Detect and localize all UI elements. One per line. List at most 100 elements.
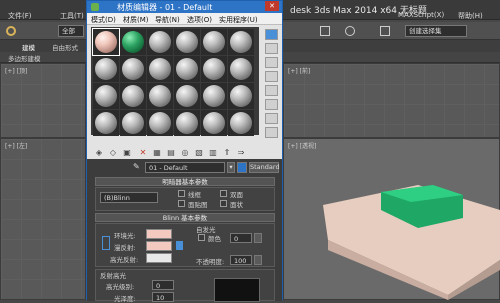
scale-icon[interactable] xyxy=(380,26,390,36)
viewport-left-label[interactable]: [+] [左] xyxy=(5,141,27,150)
sample-slot[interactable] xyxy=(120,110,146,136)
sample-slot[interactable] xyxy=(228,83,254,109)
material-sphere xyxy=(122,31,144,53)
face-map-label: 面贴图 xyxy=(188,201,208,209)
diffuse-map-button[interactable] xyxy=(176,241,183,250)
menu-tools[interactable]: 工具(T) xyxy=(60,11,84,21)
rotate-icon[interactable] xyxy=(345,26,355,36)
make-unique-icon[interactable]: ▦ xyxy=(151,147,163,158)
assign-icon[interactable] xyxy=(237,162,247,173)
material-type-button[interactable]: Standard xyxy=(249,162,280,173)
sample-slot[interactable] xyxy=(228,56,254,82)
material-sphere xyxy=(122,85,144,107)
sample-slot[interactable] xyxy=(228,29,254,55)
sample-slot[interactable] xyxy=(93,83,119,109)
selection-filter[interactable]: 全部 xyxy=(58,25,84,37)
sample-slot[interactable] xyxy=(147,29,173,55)
show-map-icon[interactable]: ▧ xyxy=(193,147,205,158)
material-name-dropdown[interactable]: ▾ xyxy=(227,162,235,173)
self-illum-map-button[interactable] xyxy=(254,233,262,243)
material-name-field[interactable]: 01 - Default xyxy=(145,162,225,173)
show-end-result-icon[interactable]: ▥ xyxy=(207,147,219,158)
face-map-checkbox[interactable] xyxy=(178,200,185,207)
material-id-icon[interactable]: ◎ xyxy=(179,147,191,158)
make-preview-icon[interactable] xyxy=(265,99,278,110)
options-icon[interactable] xyxy=(265,113,278,124)
sample-slot[interactable] xyxy=(93,56,119,82)
viewport-front-label[interactable]: [+] [前] xyxy=(288,66,310,75)
backlight-icon[interactable] xyxy=(265,43,278,54)
sample-slot[interactable] xyxy=(93,110,119,136)
sample-type-icon[interactable] xyxy=(265,29,278,40)
uv-tiling-icon[interactable] xyxy=(265,71,278,82)
sample-slot[interactable] xyxy=(147,110,173,136)
ambient-color-swatch[interactable] xyxy=(146,229,172,239)
menu-material[interactable]: 材质(M) xyxy=(123,15,149,25)
put-to-scene-icon[interactable]: ◇ xyxy=(107,147,119,158)
shader-type-select[interactable]: (B)Blinn xyxy=(100,192,158,203)
two-sided-checkbox[interactable] xyxy=(220,190,227,197)
named-selection-field[interactable]: 创建选择集 xyxy=(405,25,467,37)
select-move-icon[interactable] xyxy=(320,26,330,36)
viewport-left[interactable]: [+] [左] xyxy=(0,138,86,300)
tab-freeform[interactable]: 自由形式 xyxy=(52,42,78,52)
self-illum-color-checkbox[interactable] xyxy=(198,234,205,241)
reset-map-icon[interactable]: ✕ xyxy=(137,147,149,158)
menu-options[interactable]: 选项(O) xyxy=(187,15,212,25)
specular-color-swatch[interactable] xyxy=(146,253,172,263)
material-editor-window: 材质编辑器 - 01 - Default 模式(D) 材质(M) 导航(N) 选… xyxy=(86,0,283,303)
sample-slot[interactable] xyxy=(174,110,200,136)
sample-slot[interactable] xyxy=(120,56,146,82)
material-sphere xyxy=(122,58,144,80)
menu-help[interactable]: 帮助(H) xyxy=(458,11,483,21)
faceted-checkbox[interactable] xyxy=(220,200,227,207)
viewport-top-label[interactable]: [+] [顶] xyxy=(5,66,27,75)
wire-checkbox[interactable] xyxy=(178,190,185,197)
sample-slot[interactable] xyxy=(120,29,146,55)
menu-file[interactable]: 文件(F) xyxy=(8,11,32,21)
go-to-parent-icon[interactable]: ⇑ xyxy=(221,147,233,158)
get-material-icon[interactable]: ◈ xyxy=(93,147,105,158)
sample-slot[interactable] xyxy=(201,83,227,109)
menu-navigation[interactable]: 导航(N) xyxy=(155,15,180,25)
blinn-basic-params-rollout[interactable]: Blinn 基本参数 xyxy=(95,213,275,222)
specular-level-value[interactable]: 0 xyxy=(152,280,174,290)
viewport-front[interactable]: [+] [前] xyxy=(283,63,500,138)
specular-highlights-group: 反射高光 xyxy=(100,272,126,280)
menu-mode[interactable]: 模式(D) xyxy=(91,15,116,25)
put-to-library-icon[interactable]: ▤ xyxy=(165,147,177,158)
pick-material-icon[interactable]: ✎ xyxy=(133,162,143,172)
sample-slot[interactable] xyxy=(147,56,173,82)
shader-basic-params-rollout[interactable]: 明暗器基本参数 xyxy=(95,177,275,186)
select-by-material-icon[interactable] xyxy=(265,127,278,138)
menu-utilities[interactable]: 实用程序(U) xyxy=(219,15,258,25)
opacity-map-button[interactable] xyxy=(254,255,262,265)
video-check-icon[interactable] xyxy=(265,85,278,96)
ribbon-sub-label[interactable]: 多边形建模 xyxy=(8,53,41,63)
assign-to-selection-icon[interactable]: ▣ xyxy=(121,147,133,158)
tab-modeling[interactable]: 建模 xyxy=(22,42,35,52)
close-button[interactable]: ✕ xyxy=(265,1,279,11)
link-icon[interactable] xyxy=(6,26,16,36)
material-sphere xyxy=(230,85,252,107)
diffuse-color-swatch[interactable] xyxy=(146,241,172,251)
sample-slot[interactable] xyxy=(120,83,146,109)
glossiness-value[interactable]: 10 xyxy=(152,292,174,302)
sample-slot[interactable] xyxy=(228,110,254,136)
sample-slot[interactable] xyxy=(201,110,227,136)
lock-ambient-diffuse-icon[interactable] xyxy=(102,236,110,250)
menu-maxscript[interactable]: MAXScript(X) xyxy=(398,11,444,19)
background-icon[interactable] xyxy=(265,57,278,68)
sample-slot[interactable] xyxy=(201,29,227,55)
sample-slot[interactable] xyxy=(147,83,173,109)
sample-slot[interactable] xyxy=(174,29,200,55)
opacity-value[interactable]: 100 xyxy=(230,255,252,265)
material-editor-title-bar[interactable]: 材质编辑器 - 01 - Default xyxy=(87,1,282,13)
sample-slot[interactable] xyxy=(201,56,227,82)
viewport-top[interactable]: [+] [顶] xyxy=(0,63,86,138)
go-forward-icon[interactable]: ⇒ xyxy=(235,147,247,158)
sample-slot[interactable] xyxy=(174,56,200,82)
sample-slot[interactable] xyxy=(174,83,200,109)
sample-slot[interactable] xyxy=(92,28,120,56)
self-illum-value[interactable]: 0 xyxy=(230,233,252,243)
